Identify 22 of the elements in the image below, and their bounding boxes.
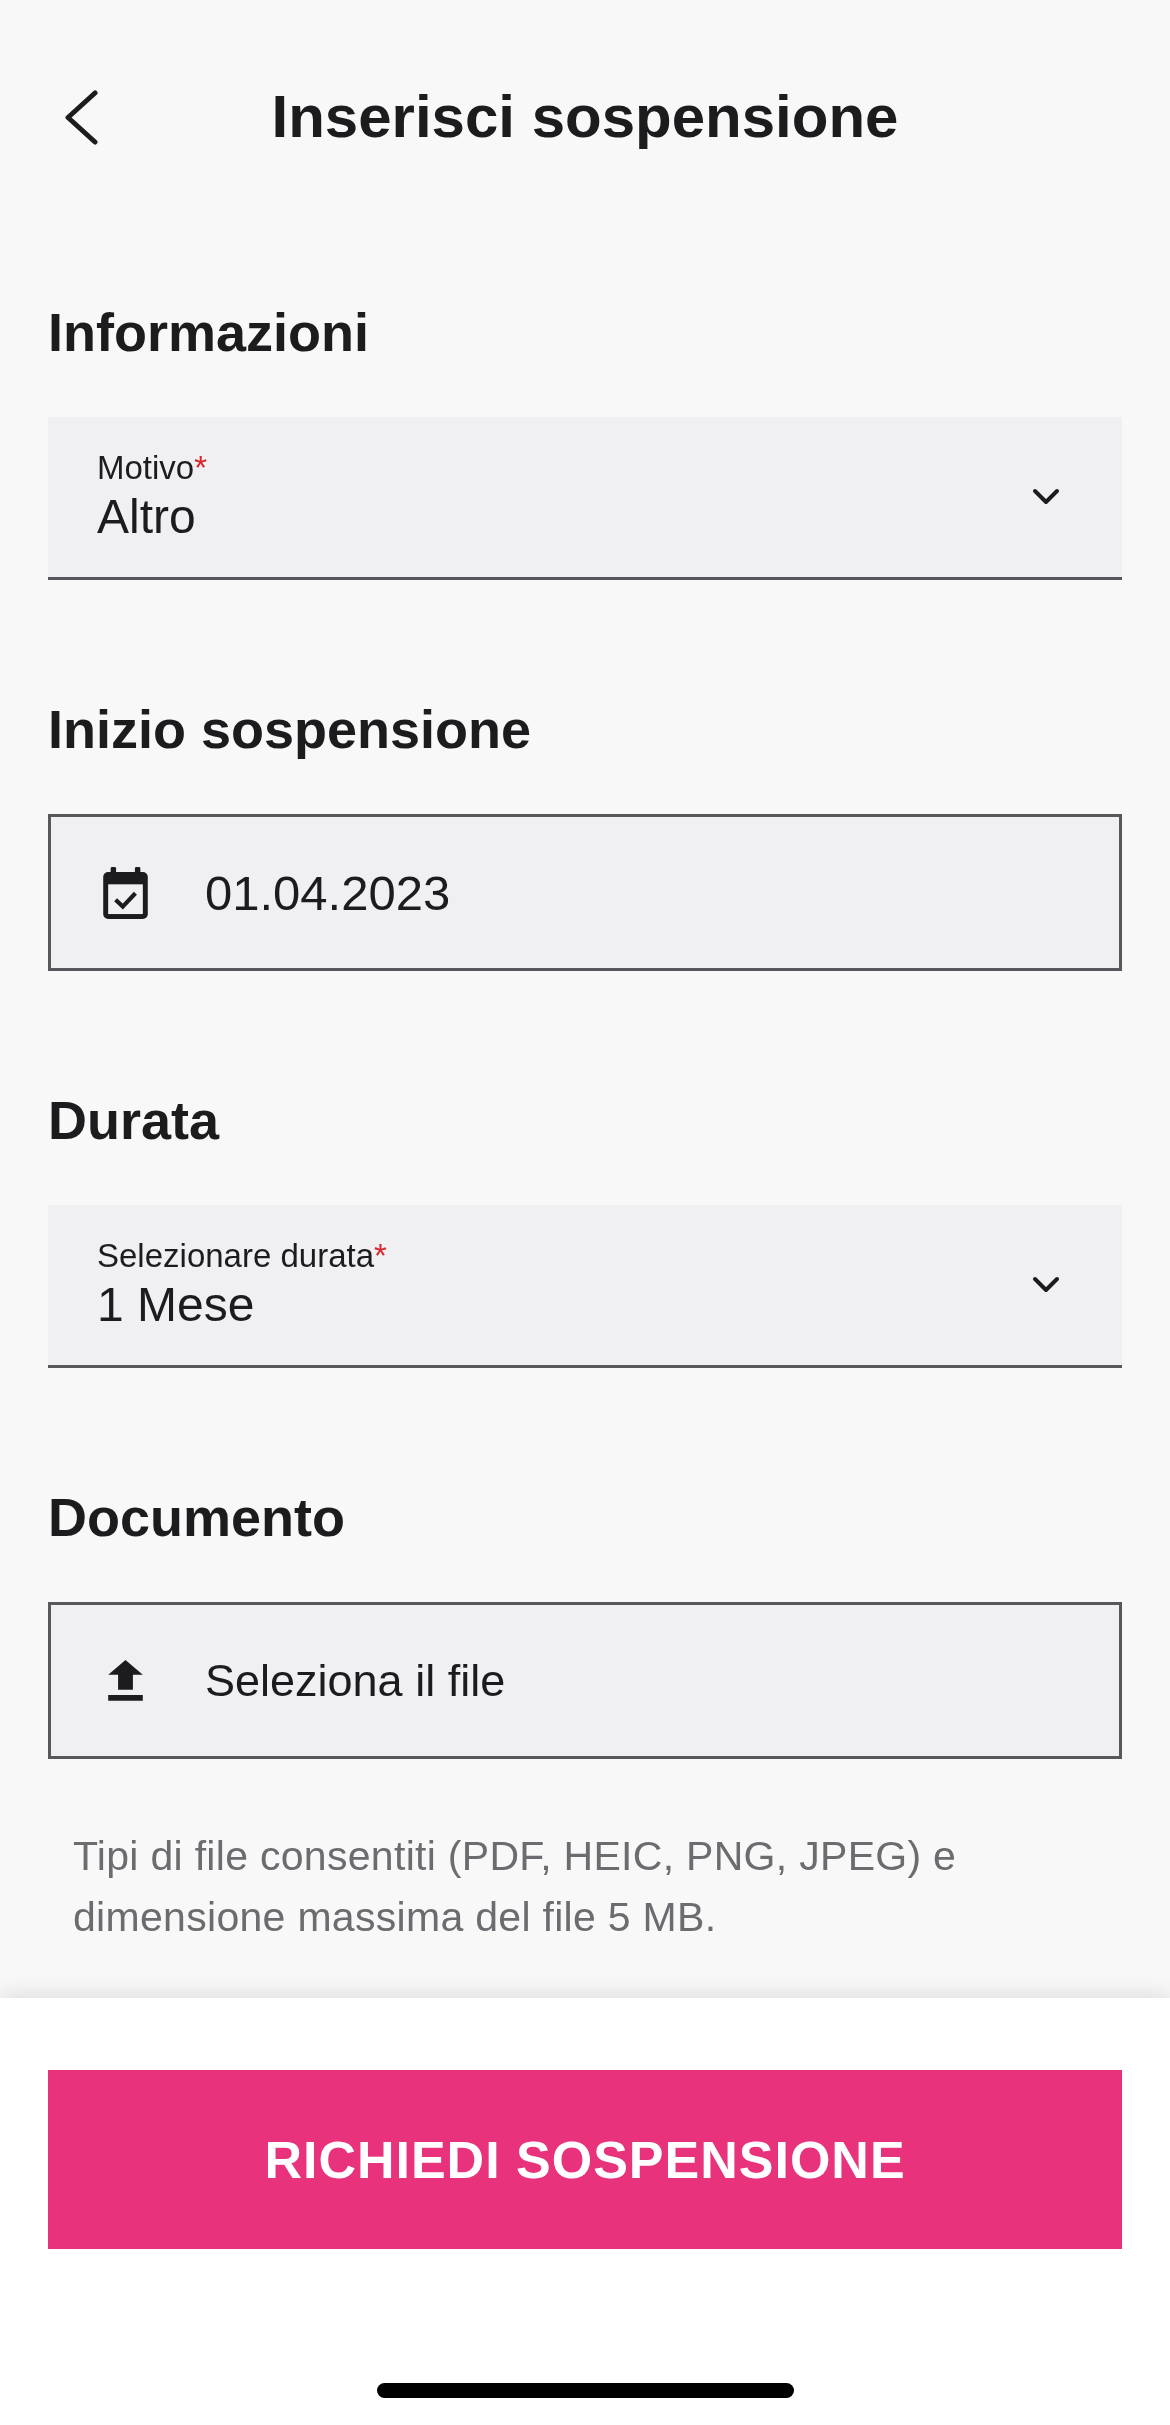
page-title: Inserisci sospensione [271,82,899,152]
dropdown-field[interactable]: Motivo* Altro [48,417,1122,580]
upload-icon [108,1659,143,1702]
file-select-button[interactable]: Seleziona il file [48,1602,1122,1759]
field-value: Altro [97,489,197,545]
field-label: Motivo* [97,448,208,488]
field-value: 1 Mese [97,1277,256,1333]
section-heading: Inizio sospensione [48,698,533,760]
back-button[interactable] [62,89,99,145]
chevron-down-icon [1032,488,1060,506]
date-field[interactable]: 01.04.2023 [48,814,1122,971]
submit-button[interactable]: RICHIEDI SOSPENSIONE [48,2070,1122,2249]
field-label: Selezionare durata* [97,1236,387,1276]
section-heading: Durata [48,1089,221,1151]
dropdown-field[interactable]: Selezionare durata* 1 Mese [48,1205,1122,1368]
calendar-check-icon [103,866,148,919]
section-heading: Informazioni [48,301,370,363]
chevron-left-icon [62,89,99,145]
file-hint-text: Tipi di file consentiti (PDF, HEIC, PNG, JPEG) e dimensione massima del file 5 MB. [72,1832,958,1942]
section-heading: Documento [48,1486,346,1548]
field-value: 01.04.2023 [205,864,451,921]
chevron-down-icon [1032,1276,1060,1294]
